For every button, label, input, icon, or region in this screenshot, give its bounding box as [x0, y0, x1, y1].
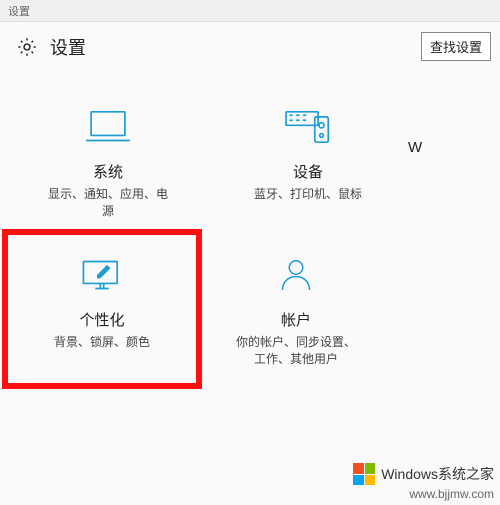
- tile-personalization-title: 个性化: [14, 309, 190, 330]
- devices-icon: [214, 99, 402, 155]
- settings-header: 设置 查找设置: [0, 22, 500, 67]
- tile-system-title: 系统: [14, 161, 202, 182]
- tile-accounts-desc: 你的帐户、同步设置、 工作、其他用户: [202, 334, 390, 369]
- tile-partial-right: W: [408, 87, 488, 235]
- settings-grid: 系统 显示、通知、应用、电 源 设备 蓝牙、打印机、鼠标 W 个性化: [0, 67, 500, 383]
- page-title: 设置: [50, 34, 409, 60]
- accounts-icon: [202, 247, 390, 303]
- tile-devices-title: 设备: [214, 161, 402, 182]
- tile-personalization-desc: 背景、锁屏、颜色: [14, 334, 190, 351]
- gear-icon: [16, 36, 38, 58]
- windows-logo-icon: [353, 463, 375, 485]
- tile-system[interactable]: 系统 显示、通知、应用、电 源: [8, 87, 208, 235]
- window-title: 设置: [8, 6, 30, 18]
- tile-accounts-title: 帐户: [202, 309, 390, 330]
- partial-letter: W: [408, 139, 422, 156]
- site-watermark: Windows系统之家 www.bjjmw.com: [353, 463, 494, 501]
- watermark-url: www.bjjmw.com: [409, 487, 494, 501]
- personalization-icon: [14, 247, 190, 303]
- window-titlebar: 设置: [0, 0, 500, 22]
- tile-personalization[interactable]: 个性化 背景、锁屏、颜色: [2, 229, 202, 389]
- tile-devices[interactable]: 设备 蓝牙、打印机、鼠标: [208, 87, 408, 235]
- laptop-icon: [14, 99, 202, 155]
- find-settings-button[interactable]: 查找设置: [421, 32, 491, 61]
- watermark-brand: Windows系统之家: [381, 464, 494, 484]
- tile-system-desc: 显示、通知、应用、电 源: [14, 186, 202, 221]
- tile-devices-desc: 蓝牙、打印机、鼠标: [214, 186, 402, 203]
- tile-accounts[interactable]: 帐户 你的帐户、同步设置、 工作、其他用户: [196, 235, 396, 383]
